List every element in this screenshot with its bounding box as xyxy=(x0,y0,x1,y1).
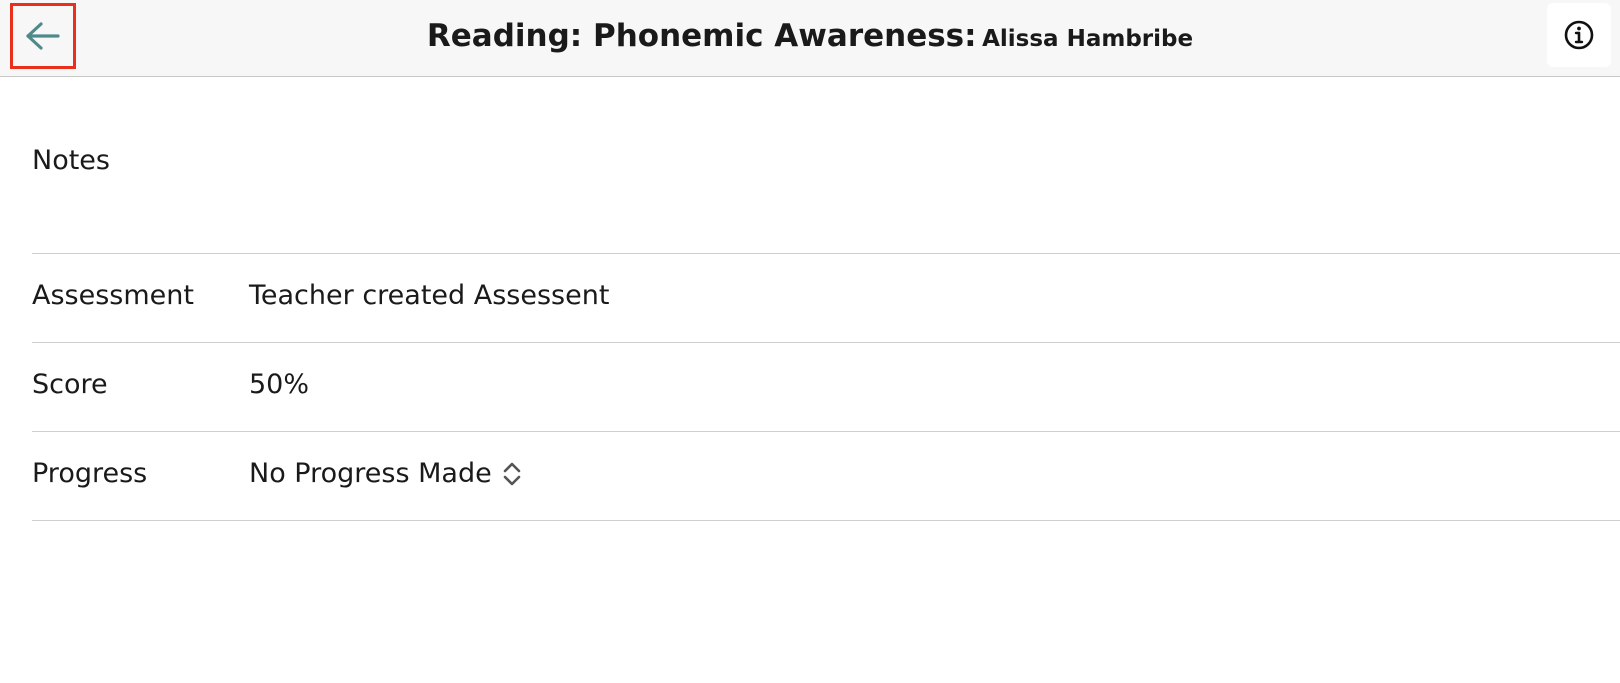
progress-selected-value: No Progress Made xyxy=(249,458,492,489)
notes-field[interactable]: Notes xyxy=(32,145,110,176)
divider xyxy=(32,253,1620,254)
header-bar: Reading: Phonemic Awareness: Alissa Hamb… xyxy=(0,0,1620,77)
score-value: 50% xyxy=(249,369,310,400)
divider xyxy=(32,431,1620,432)
page-title: Reading: Phonemic Awareness: Alissa Hamb… xyxy=(0,18,1620,54)
chevron-up-down-icon xyxy=(503,462,521,485)
assessment-value: Teacher created Assessent xyxy=(249,280,610,311)
page-title-student-name: Alissa Hambribe xyxy=(982,26,1194,52)
progress-label: Progress xyxy=(32,458,148,489)
progress-select[interactable]: No Progress Made xyxy=(249,458,522,489)
score-label: Score xyxy=(32,369,108,400)
page-title-subject: Reading: Phonemic Awareness: xyxy=(426,18,977,54)
info-circle-icon xyxy=(1564,20,1594,50)
assessment-label: Assessment xyxy=(32,280,194,311)
divider xyxy=(32,520,1620,521)
info-button[interactable] xyxy=(1547,3,1611,67)
divider xyxy=(32,342,1620,343)
